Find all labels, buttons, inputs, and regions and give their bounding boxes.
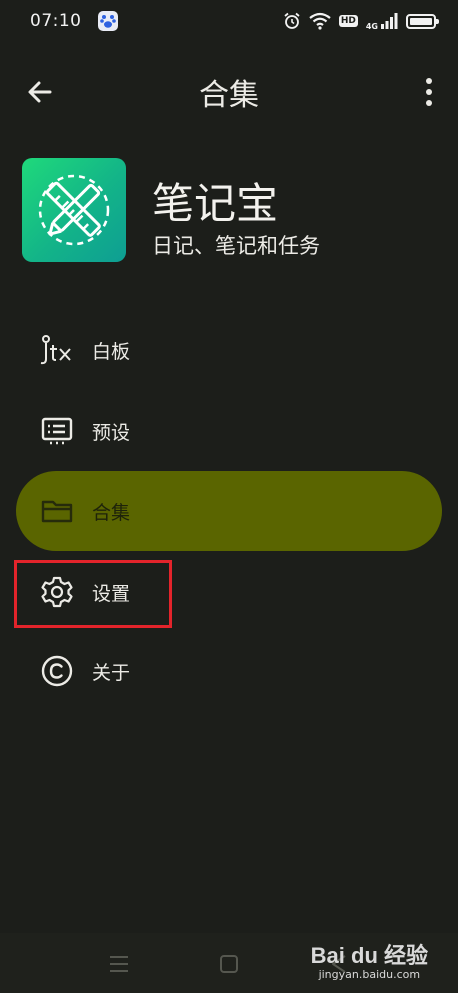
hd-badge: HD (338, 15, 358, 27)
watermark-logo: Bai du 经验 (310, 943, 428, 968)
status-time: 07:10 (30, 11, 82, 31)
baidu-paw-icon (97, 11, 118, 31)
battery-icon (406, 13, 439, 29)
wifi-icon (309, 12, 331, 30)
menu-item-collections[interactable]: 合集 (16, 471, 442, 551)
folder-icon (41, 500, 73, 523)
menu-item-label: 白板 (92, 340, 131, 363)
menu-lines-icon[interactable] (108, 953, 130, 975)
app-name: 笔记宝 (152, 179, 279, 228)
status-bar: 07:10 HD 4G (0, 0, 458, 42)
menu-item-about[interactable]: 关于 (16, 631, 442, 711)
preset-list-icon (41, 417, 73, 445)
page-title: 合集 (199, 78, 259, 113)
highlight-annotation (14, 560, 172, 628)
app-tagline: 日记、笔记和任务 (152, 234, 320, 258)
menu-item-whiteboard[interactable]: 白板 (16, 310, 442, 390)
more-vert-icon[interactable] (422, 76, 436, 108)
network-type-label: 4G (365, 21, 378, 31)
signal-icon (381, 13, 398, 29)
app-bar: 合集 (0, 52, 458, 128)
copyright-icon (41, 655, 73, 687)
home-square-icon[interactable] (218, 953, 240, 975)
menu-item-presets[interactable]: 预设 (16, 391, 442, 471)
drawer-header: 笔记宝 日记、笔记和任务 (22, 158, 442, 264)
status-icons: HD 4G (283, 12, 439, 31)
app-logo (22, 158, 126, 262)
alarm-icon (284, 12, 300, 29)
baidu-watermark: Bai du 经验 jingyan.baidu.com (311, 938, 428, 981)
pencil-ruler-logo-icon (38, 174, 110, 246)
watermark-url: jingyan.baidu.com (318, 968, 421, 981)
menu-item-label: 预设 (92, 421, 131, 444)
menu-item-label: 合集 (92, 501, 131, 524)
jtx-logo-icon (40, 335, 71, 365)
menu-item-label: 关于 (92, 661, 131, 684)
